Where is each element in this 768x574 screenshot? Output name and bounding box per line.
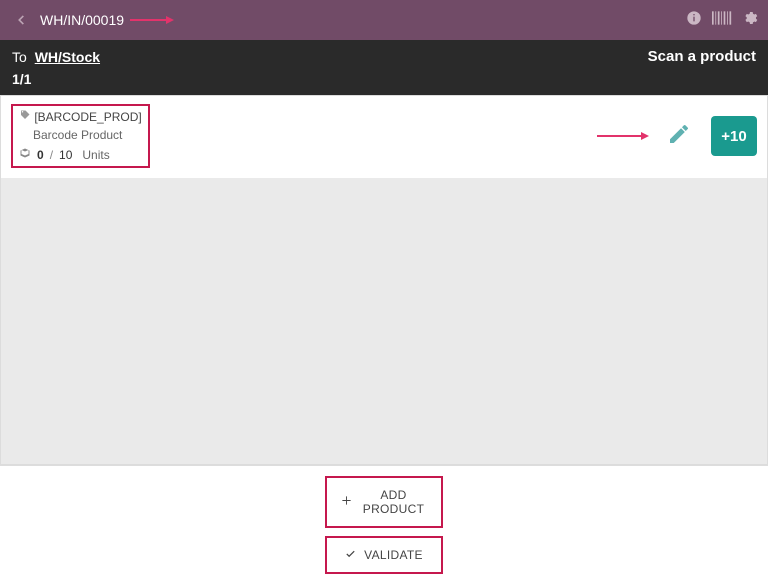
main-area: [BARCODE_PROD] Barcode Product 0 / 10 Un… [0, 95, 768, 465]
destination-location-link[interactable]: WH/Stock [35, 49, 100, 65]
annotation-box-product: [BARCODE_PROD] Barcode Product 0 / 10 Un… [11, 104, 150, 168]
add-product-label: ADD PRODUCT [360, 488, 427, 516]
footer: ADD PRODUCT VALIDATE [0, 465, 768, 574]
product-line[interactable]: [BARCODE_PROD] Barcode Product 0 / 10 Un… [1, 96, 767, 178]
plus-icon [341, 495, 352, 509]
annotation-arrow-edit [597, 131, 649, 141]
back-button[interactable] [10, 13, 32, 27]
info-bar: To WH/Stock 1/1 Scan a product [0, 40, 768, 95]
barcode-icon[interactable] [712, 10, 732, 31]
to-label: To [12, 49, 27, 65]
product-sku: [BARCODE_PROD] [34, 110, 141, 124]
scan-prompt: Scan a product [648, 48, 756, 65]
validate-label: VALIDATE [364, 548, 423, 562]
qty-sep: / [50, 146, 53, 164]
increment-button[interactable]: +10 [711, 116, 757, 156]
qty-done: 0 [37, 146, 44, 164]
gear-icon[interactable] [742, 10, 758, 31]
check-icon [345, 548, 356, 562]
edit-button[interactable] [667, 122, 691, 151]
package-icon [19, 146, 31, 164]
annotation-arrow-title [130, 15, 174, 25]
validate-button[interactable]: VALIDATE [325, 536, 443, 574]
add-product-button[interactable]: ADD PRODUCT [325, 476, 443, 528]
uom-label: Units [82, 146, 109, 164]
document-title: WH/IN/00019 [40, 12, 124, 28]
product-name: Barcode Product [33, 126, 142, 144]
pencil-icon [667, 133, 691, 150]
tag-icon [19, 110, 34, 124]
topbar-right [686, 10, 758, 31]
topbar: WH/IN/00019 [0, 0, 768, 40]
info-icon[interactable] [686, 10, 702, 31]
operation-counter: 1/1 [12, 70, 100, 90]
qty-total: 10 [59, 146, 72, 164]
